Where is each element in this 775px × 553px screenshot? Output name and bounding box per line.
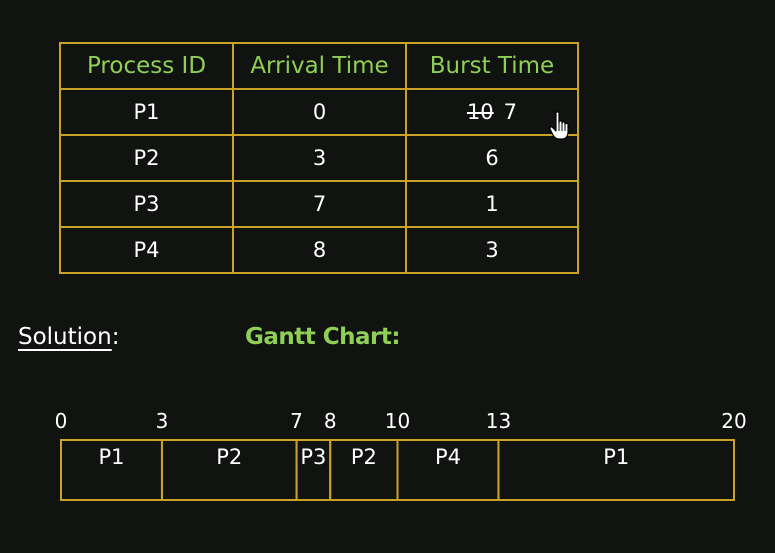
gantt-time-tick: 13 [486, 409, 511, 433]
gantt-segment-p1-0 [60, 439, 163, 501]
process-table: Process ID Arrival Time Burst Time P1 0 … [59, 42, 579, 274]
table-row: P4 8 3 [59, 226, 579, 274]
cell-arrival-time: 7 [232, 180, 407, 228]
header-arrival-time: Arrival Time [232, 42, 407, 90]
gantt-time-tick: 7 [290, 409, 303, 433]
gantt-segment-label: P1 [603, 445, 629, 469]
gantt-time-tick: 3 [156, 409, 169, 433]
cell-arrival-time: 0 [232, 88, 407, 136]
cell-process-id: P1 [59, 88, 234, 136]
struck-burst-value: 10 [466, 100, 494, 124]
gantt-segment-label: P4 [435, 445, 461, 469]
gantt-time-tick: 10 [385, 409, 410, 433]
cell-arrival-time: 8 [232, 226, 407, 274]
header-process-id: Process ID [59, 42, 234, 90]
gantt-segment-label: P2 [216, 445, 242, 469]
solution-colon: : [111, 324, 120, 350]
gantt-segment-label: P2 [351, 445, 377, 469]
gantt-segment-p2-3 [329, 439, 399, 501]
cell-process-id: P4 [59, 226, 234, 274]
gantt-segment-p3-2 [295, 439, 332, 501]
gantt-segment-label: P1 [98, 445, 124, 469]
table-row: P2 3 6 [59, 134, 579, 182]
table-header-row: Process ID Arrival Time Burst Time [59, 42, 579, 90]
cell-burst-time: 1 [405, 180, 579, 228]
table-row: P3 7 1 [59, 180, 579, 228]
table-row: P1 0 10 7 [59, 88, 579, 136]
gantt-segment-label: P3 [300, 445, 326, 469]
hand-pointer-icon [549, 111, 569, 140]
updated-burst-value: 7 [503, 100, 518, 124]
gantt-segment-p2-1 [160, 439, 298, 501]
gantt-segment-p1-5 [497, 439, 736, 501]
cell-process-id: P2 [59, 134, 234, 182]
gantt-time-tick: 20 [721, 409, 746, 433]
gantt-time-tick: 8 [324, 409, 337, 433]
cell-burst-time: 3 [405, 226, 579, 274]
gantt-chart-title: Gantt Chart: [245, 324, 401, 350]
cell-process-id: P3 [59, 180, 234, 228]
solution-label: Solution: [18, 324, 119, 350]
solution-text: Solution [18, 324, 112, 350]
gantt-time-tick: 0 [55, 409, 68, 433]
header-burst-time: Burst Time [405, 42, 579, 90]
gantt-segment-p4-4 [396, 439, 500, 501]
cell-arrival-time: 3 [232, 134, 407, 182]
cell-burst-time: 6 [405, 134, 579, 182]
